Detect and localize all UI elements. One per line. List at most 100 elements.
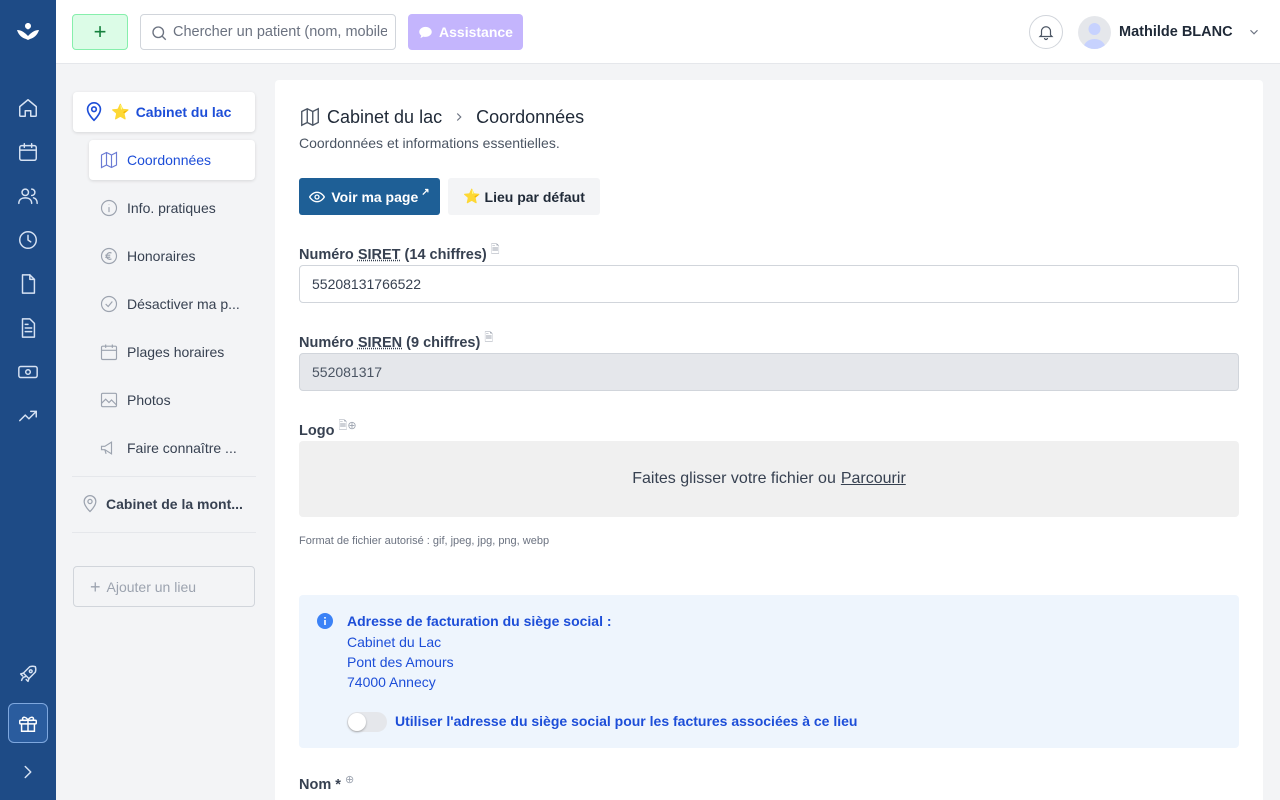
breadcrumb: Cabinet du lac Coordonnées <box>299 106 584 128</box>
app-logo[interactable] <box>16 20 40 44</box>
patients-icon[interactable] <box>16 184 40 208</box>
use-hq-address-toggle[interactable] <box>347 712 387 732</box>
location-other-name: Cabinet de la mont... <box>106 496 243 512</box>
page-subtitle: Coordonnées et informations essentielles… <box>299 135 560 151</box>
format-hint: Format de fichier autorisé : gif, jpeg, … <box>299 535 550 547</box>
nav-label: Faire connaître ... <box>127 440 237 456</box>
calendar-icon <box>100 344 118 361</box>
name-label: Nom * ⊕ <box>299 774 355 793</box>
patient-search[interactable] <box>140 14 396 50</box>
avatar <box>1078 15 1111 49</box>
nav-honoraires[interactable]: Honoraires <box>89 236 255 276</box>
document-icon[interactable] <box>16 272 40 296</box>
siret-field[interactable]: 55208131766522 <box>299 265 1239 303</box>
euro-icon <box>100 247 118 265</box>
nav-label: Photos <box>127 392 171 408</box>
nav-label: Plages horaires <box>127 344 225 360</box>
view-page-label: Voir ma page <box>331 188 419 205</box>
nav-label: Désactiver ma p... <box>127 296 240 312</box>
image-icon <box>100 392 118 408</box>
gift-icon <box>19 716 37 732</box>
breadcrumb-root[interactable]: Cabinet du lac <box>327 107 442 128</box>
logo-label: Logo 🗎⊕ <box>299 420 357 439</box>
location-pin-icon <box>83 495 97 513</box>
toggle-label[interactable]: Utiliser l'adresse du siège social pour … <box>395 713 857 729</box>
siret-abbr: SIRET <box>357 246 401 263</box>
nav-coordonnees[interactable]: Coordonnées <box>89 140 255 180</box>
divider <box>72 532 256 533</box>
add-location-label: Ajouter un lieu <box>106 578 197 595</box>
document-icon: 🗎 <box>490 244 500 256</box>
logo-dropzone[interactable]: Faites glisser votre fichier ou Parcouri… <box>299 441 1239 517</box>
billing-line: Pont des Amours <box>347 654 454 670</box>
star-icon: ⭐ <box>463 188 481 204</box>
siren-field: 552081317 <box>299 353 1239 391</box>
document-globe-icon: 🗎⊕ <box>338 420 357 432</box>
siret-label: Numéro SIRET (14 chiffres) 🗎 <box>299 244 500 263</box>
stats-icon[interactable] <box>16 404 40 428</box>
view-page-button[interactable]: Voir ma page ↗ <box>299 178 440 215</box>
billing-title: Adresse de facturation du siège social : <box>347 613 612 629</box>
nav-info-pratiques[interactable]: Info. pratiques <box>89 188 255 228</box>
chevron-down-icon <box>1249 29 1258 35</box>
rocket-icon[interactable] <box>16 662 40 686</box>
billing-line: 74000 Annecy <box>347 674 436 690</box>
nav-photos[interactable]: Photos <box>89 380 255 420</box>
user-menu[interactable]: Mathilde BLANC <box>1078 15 1261 49</box>
assistance-label: Assistance <box>439 24 513 40</box>
toggle-knob <box>348 713 366 731</box>
gift-button[interactable] <box>8 703 48 743</box>
external-link-icon: ↗ <box>421 187 430 198</box>
assistance-button[interactable]: Assistance <box>408 14 523 50</box>
chevron-right-icon <box>456 113 462 121</box>
home-icon[interactable] <box>16 96 40 120</box>
location-name: Cabinet du lac <box>135 104 232 120</box>
document-icon: 🗎 <box>484 332 494 344</box>
siren-abbr: SIREN <box>357 334 403 351</box>
default-place-button[interactable]: ⭐ Lieu par défaut <box>448 178 600 215</box>
map-icon <box>301 107 319 127</box>
globe-icon: ⊕ <box>344 774 355 786</box>
breadcrumb-current: Coordonnées <box>476 106 585 127</box>
location-pin-icon <box>86 102 102 122</box>
plus-icon: + <box>90 576 101 597</box>
add-location-button[interactable]: + Ajouter un lieu <box>73 566 255 607</box>
bell-icon <box>1038 26 1054 41</box>
browse-link[interactable]: Parcourir <box>841 470 906 488</box>
map-icon <box>100 151 118 169</box>
notifications-button[interactable] <box>1029 15 1063 49</box>
nav-plages-horaires[interactable]: Plages horaires <box>89 332 255 372</box>
billing-info-box: Adresse de facturation du siège social :… <box>299 595 1239 748</box>
nav-label: Info. pratiques <box>127 200 216 216</box>
eye-icon <box>309 191 326 202</box>
report-icon[interactable] <box>16 316 40 340</box>
info-icon <box>100 199 118 217</box>
search-icon <box>152 26 167 41</box>
megaphone-icon <box>100 441 113 455</box>
app-rail <box>0 0 56 800</box>
nav-label: Honoraires <box>127 248 196 264</box>
star-icon: ⭐ <box>111 104 130 121</box>
add-button[interactable]: + <box>72 14 128 50</box>
top-bar: + Assistance Mathilde BLANC <box>56 0 1280 64</box>
main-panel: Cabinet du lac Coordonnées Coordonnées e… <box>275 80 1263 800</box>
nav-faire-connaitre[interactable]: Faire connaître ... <box>89 428 255 468</box>
dropzone-text: Faites glisser votre fichier ou <box>632 470 836 487</box>
clock-icon[interactable] <box>16 228 40 252</box>
user-name: Mathilde BLANC <box>1119 24 1233 40</box>
expand-chevron-icon[interactable] <box>16 760 40 784</box>
search-input[interactable] <box>173 21 387 43</box>
default-place-label: Lieu par défaut <box>484 188 585 205</box>
nav-desactiver[interactable]: Désactiver ma p... <box>89 284 255 324</box>
info-icon <box>317 613 333 629</box>
billing-line: Cabinet du Lac <box>347 634 442 650</box>
siren-label: Numéro SIREN (9 chiffres) 🗎 <box>299 332 494 351</box>
location-current[interactable]: ⭐ Cabinet du lac <box>73 92 255 132</box>
billing-icon[interactable] <box>16 360 40 384</box>
check-circle-icon <box>100 295 118 313</box>
nav-label: Coordonnées <box>127 152 212 168</box>
chat-icon <box>419 26 432 38</box>
location-other[interactable]: Cabinet de la mont... <box>80 484 256 524</box>
divider <box>72 476 256 477</box>
calendar-icon[interactable] <box>16 140 40 164</box>
